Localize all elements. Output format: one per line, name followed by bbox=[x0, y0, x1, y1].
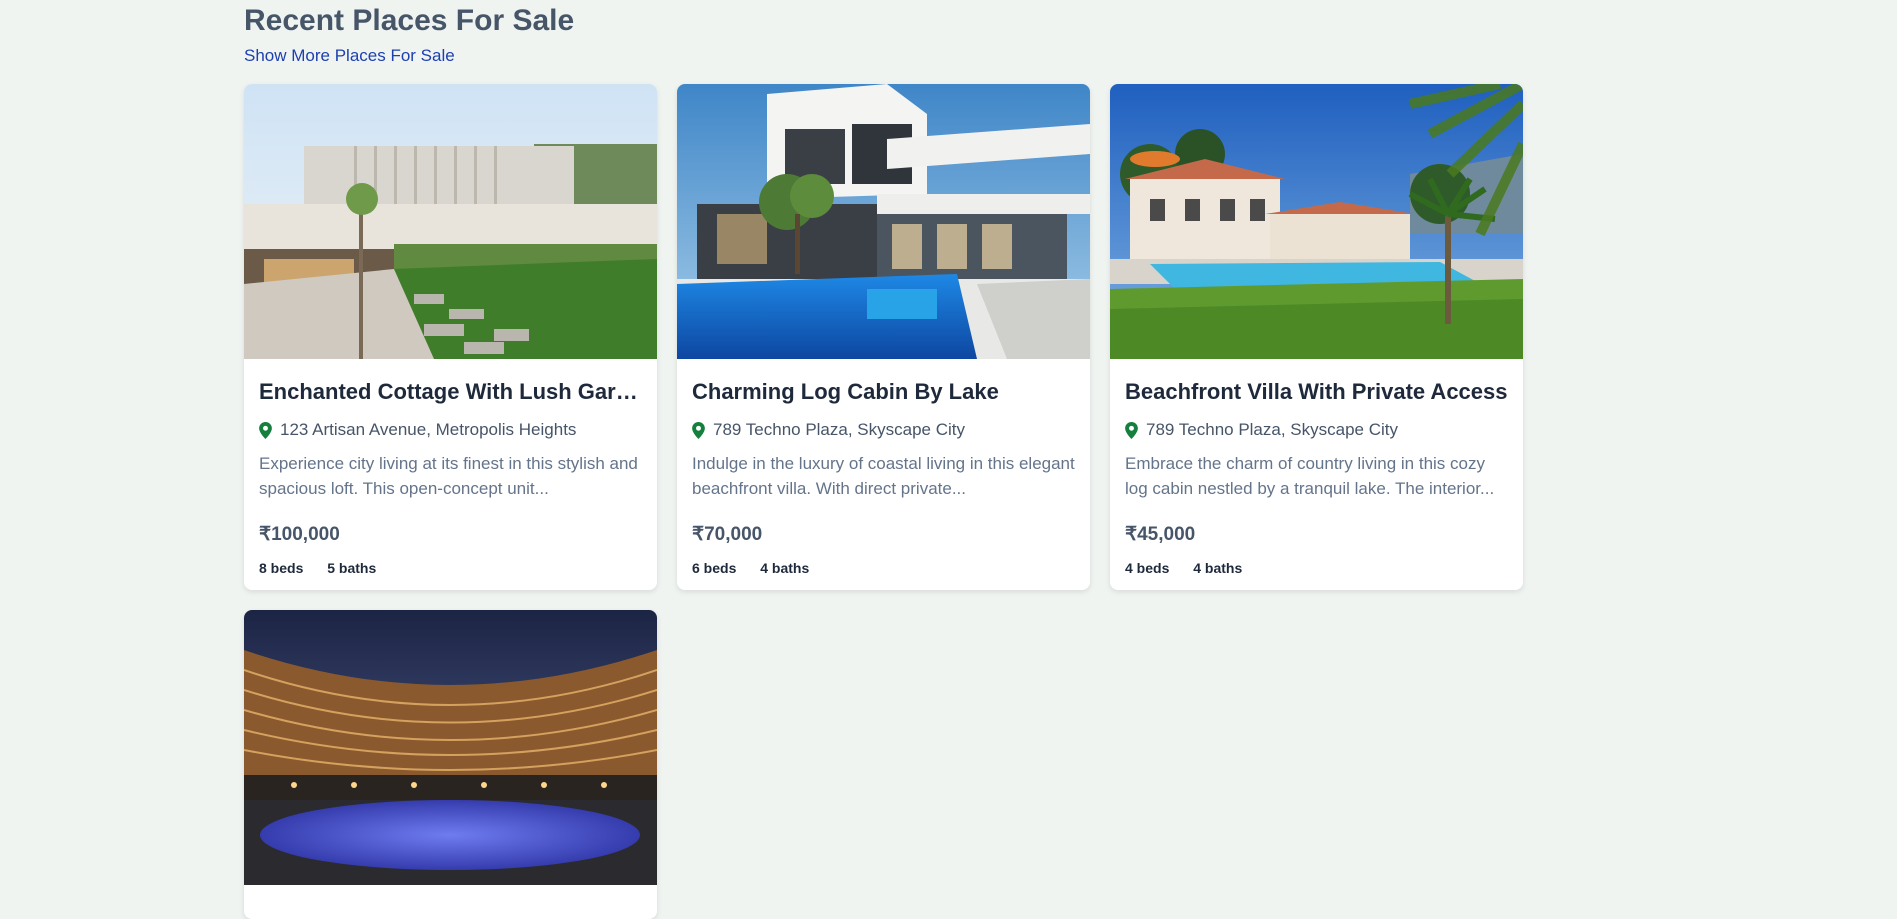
listing-card[interactable]: Charming Log Cabin By Lake 789 Techno Pl… bbox=[677, 84, 1090, 590]
listing-card[interactable] bbox=[244, 610, 657, 919]
villa-photo bbox=[1110, 84, 1523, 359]
listing-card[interactable]: Enchanted Cottage With Lush Gard... 123 … bbox=[244, 84, 657, 590]
listing-address: 123 Artisan Avenue, Metropolis Heights bbox=[259, 420, 642, 440]
listing-card[interactable]: Beachfront Villa With Private Access 789… bbox=[1110, 84, 1523, 590]
listing-description: Indulge in the luxury of coastal living … bbox=[692, 454, 1075, 498]
listing-address: 789 Techno Plaza, Skyscape City bbox=[692, 420, 1075, 440]
listing-title[interactable]: Beachfront Villa With Private Access bbox=[1125, 379, 1508, 405]
listing-beds: 4 beds bbox=[1125, 560, 1170, 576]
listing-specs: 8 beds 5 baths bbox=[259, 560, 642, 576]
listing-baths: 4 baths bbox=[1193, 560, 1243, 576]
listing-title[interactable]: Charming Log Cabin By Lake bbox=[692, 379, 1075, 405]
listing-photo[interactable] bbox=[1110, 84, 1523, 359]
listing-grid: Enchanted Cottage With Lush Gard... 123 … bbox=[244, 84, 1523, 919]
listing-photo[interactable] bbox=[244, 84, 657, 359]
modern-house-photo bbox=[244, 84, 657, 359]
listing-address-text: 123 Artisan Avenue, Metropolis Heights bbox=[280, 420, 577, 439]
listing-price: ₹70,000 bbox=[692, 524, 763, 545]
section-title: Recent Places For Sale bbox=[244, 4, 575, 37]
map-pin-icon bbox=[692, 421, 705, 439]
listing-baths: 4 baths bbox=[760, 560, 810, 576]
listing-address: 789 Techno Plaza, Skyscape City bbox=[1125, 420, 1508, 440]
listing-baths: 5 baths bbox=[327, 560, 377, 576]
listing-description: Experience city living at its finest in … bbox=[259, 454, 638, 498]
listing-address-text: 789 Techno Plaza, Skyscape City bbox=[1146, 420, 1398, 439]
map-pin-icon bbox=[259, 421, 272, 439]
listing-price: ₹100,000 bbox=[259, 524, 340, 545]
listing-address-text: 789 Techno Plaza, Skyscape City bbox=[713, 420, 965, 439]
hotel-photo bbox=[244, 610, 657, 885]
listing-specs: 4 beds 4 baths bbox=[1125, 560, 1508, 576]
listing-price: ₹45,000 bbox=[1125, 524, 1196, 545]
listing-description: Embrace the charm of country living in t… bbox=[1125, 454, 1495, 498]
map-pin-icon bbox=[1125, 421, 1138, 439]
listing-photo[interactable] bbox=[244, 610, 657, 885]
listing-beds: 6 beds bbox=[692, 560, 737, 576]
listing-beds: 8 beds bbox=[259, 560, 304, 576]
recent-places-section: Recent Places For Sale Show More Places … bbox=[244, 0, 1524, 919]
pool-house-photo bbox=[677, 84, 1090, 359]
show-more-link[interactable]: Show More Places For Sale bbox=[244, 46, 455, 66]
listing-title[interactable]: Enchanted Cottage With Lush Gard... bbox=[259, 379, 642, 405]
listing-photo[interactable] bbox=[677, 84, 1090, 359]
listing-specs: 6 beds 4 baths bbox=[692, 560, 1075, 576]
